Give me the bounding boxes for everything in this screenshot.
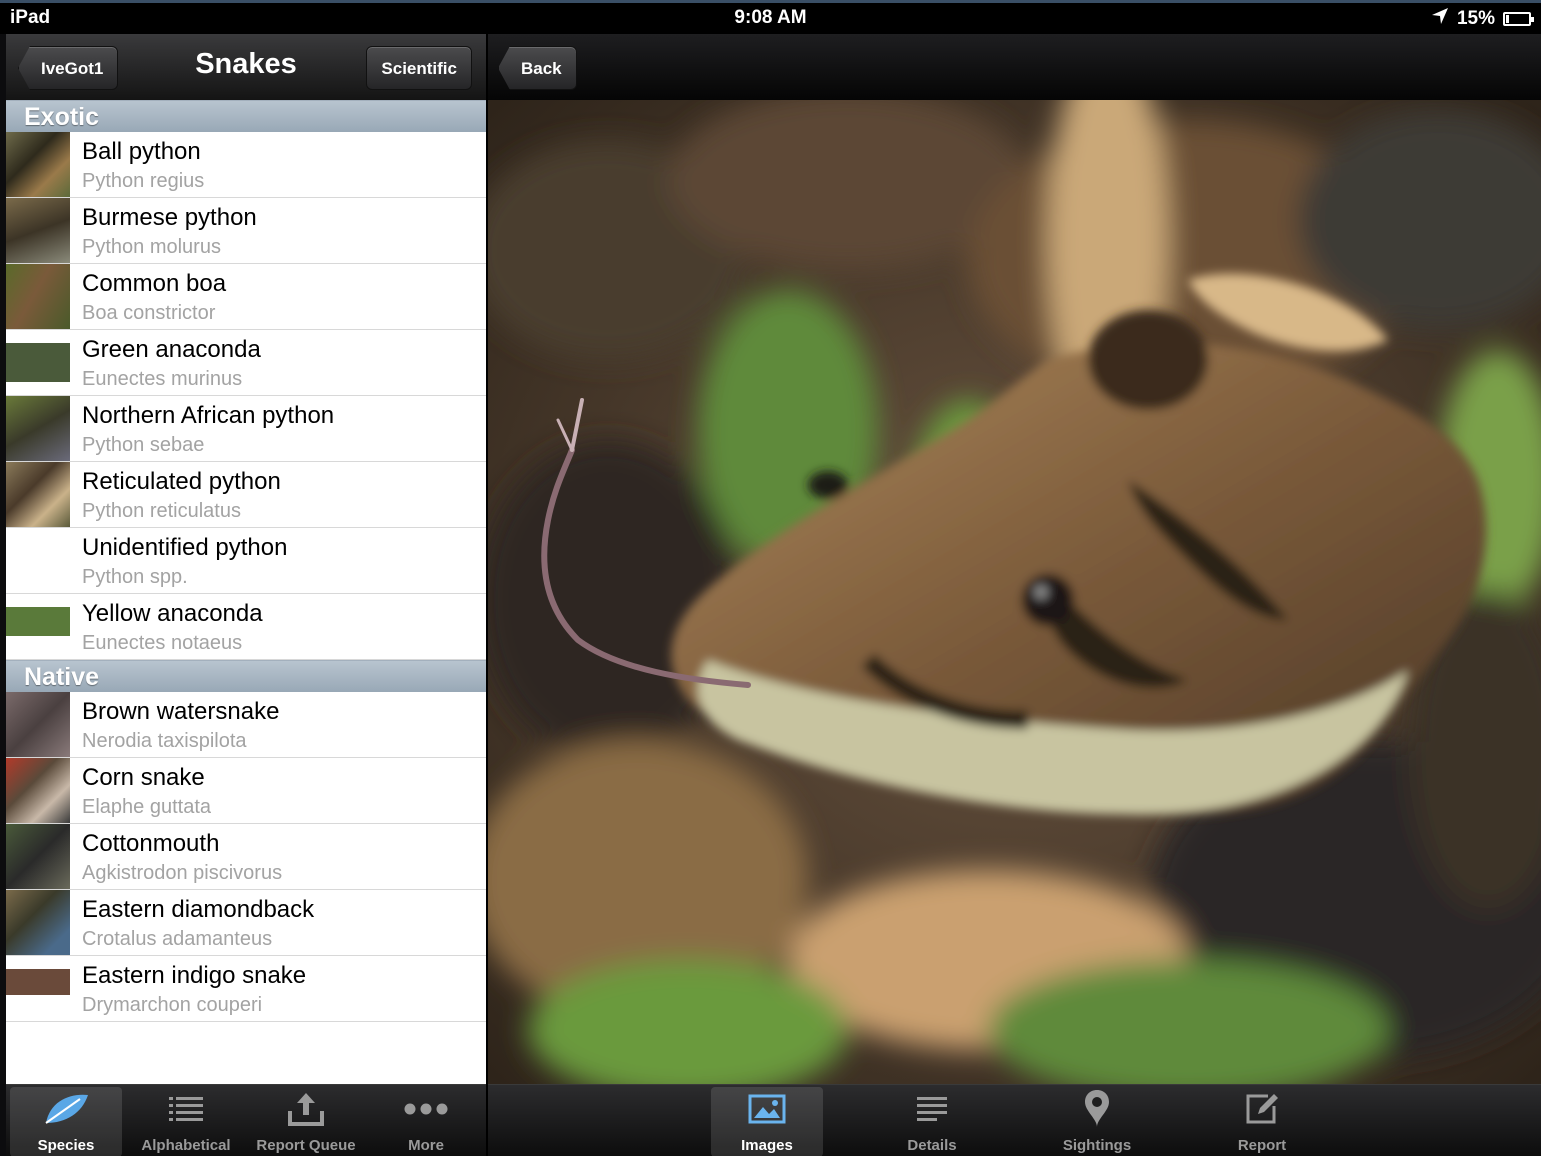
list-item[interactable]: Burmese python Python molurus: [6, 198, 486, 264]
tab-species[interactable]: Species: [10, 1087, 122, 1156]
list-item[interactable]: Northern African python Python sebae: [6, 396, 486, 462]
status-right: 15%: [1431, 7, 1534, 31]
battery-fill: [1506, 15, 1509, 23]
list-item[interactable]: Eastern diamondback Crotalus adamanteus: [6, 890, 486, 956]
species-thumbnail: [6, 264, 70, 329]
scientific-name: Elaphe guttata: [82, 796, 211, 818]
scientific-name: Python regius: [82, 170, 205, 192]
compose-icon: [1206, 1087, 1318, 1131]
scientific-name: Crotalus adamanteus: [82, 928, 273, 950]
species-thumbnail: [6, 692, 70, 757]
detail-back-button[interactable]: Back: [498, 46, 577, 90]
list-item[interactable]: Brown watersnake Nerodia taxispilota: [6, 692, 486, 758]
common-name: Brown watersnake: [82, 698, 280, 725]
scientific-name: Python molurus: [82, 236, 221, 258]
list-item[interactable]: Reticulated python Python reticulatus: [6, 462, 486, 528]
list-item[interactable]: Green anaconda Eunectes murinus: [6, 330, 486, 396]
list-item[interactable]: Cottonmouth Agkistrodon piscivorus: [6, 824, 486, 890]
list-item[interactable]: Eastern indigo snake Drymarchon couperi: [6, 956, 486, 1022]
common-name: Cottonmouth: [82, 830, 220, 857]
common-name: Burmese python: [82, 204, 257, 231]
list-item[interactable]: Unidentified python Python spp.: [6, 528, 486, 594]
leaf-icon: [10, 1087, 122, 1131]
battery-percent: 15%: [1456, 8, 1495, 29]
tab-label: Images: [741, 1137, 793, 1154]
scientific-name: Eunectes notaeus: [82, 632, 243, 654]
list-item[interactable]: Ball python Python regius: [6, 132, 486, 198]
species-thumbnail: [6, 956, 70, 1021]
species-list-pane: IveGot1 Snakes Scientific Exotic Ball py…: [6, 34, 486, 1084]
status-bar: iPad 9:08 AM 15%: [0, 0, 1541, 34]
tab-more[interactable]: More: [370, 1087, 482, 1156]
common-name: Eastern indigo snake: [82, 962, 307, 989]
detail-tab-bar: Images Details Sightings Report: [488, 1084, 1541, 1156]
scientific-name: Python spp.: [82, 566, 188, 588]
species-thumbnail: [6, 330, 70, 395]
details-icon: [876, 1087, 988, 1131]
species-thumbnail: [6, 528, 70, 593]
tab-label: Sightings: [1062, 1137, 1132, 1154]
tab-alphabetical[interactable]: Alphabetical: [130, 1087, 242, 1156]
tab-label: More: [408, 1137, 444, 1154]
common-name: Yellow anaconda: [82, 600, 263, 627]
common-name: Corn snake: [82, 764, 205, 791]
tab-label: Report Queue: [256, 1137, 356, 1154]
scientific-name: Nerodia taxispilota: [82, 730, 247, 752]
common-name: Northern African python: [82, 402, 335, 429]
scientific-name: Python sebae: [82, 434, 205, 456]
species-thumbnail: [6, 132, 70, 197]
species-photo: [488, 100, 1541, 1084]
list-item[interactable]: Corn snake Elaphe guttata: [6, 758, 486, 824]
common-name: Green anaconda: [82, 336, 261, 363]
list-item[interactable]: Common boa Boa constrictor: [6, 264, 486, 330]
image-icon: [711, 1087, 823, 1131]
section-native: Native Brown watersnake Nerodia taxispilo…: [6, 660, 486, 1022]
scientific-toggle-button[interactable]: Scientific: [366, 46, 472, 90]
section-header: Exotic: [6, 100, 486, 132]
tab-details[interactable]: Details: [876, 1087, 988, 1156]
common-name: Common boa: [82, 270, 227, 297]
species-thumbnail: [6, 396, 70, 461]
common-name: Reticulated python: [82, 468, 281, 495]
list-item[interactable]: Yellow anaconda Eunectes notaeus: [6, 594, 486, 660]
detail-navbar: Back: [488, 34, 1541, 100]
scientific-name: Drymarchon couperi: [82, 994, 263, 1016]
section-header: Native: [6, 660, 486, 692]
pane-divider: [486, 34, 488, 1156]
tab-images[interactable]: Images: [711, 1087, 823, 1156]
list-icon: [130, 1087, 242, 1131]
tab-label: Alphabetical: [141, 1137, 231, 1154]
common-name: Ball python: [82, 138, 201, 165]
scientific-name: Agkistrodon piscivorus: [82, 862, 283, 884]
common-name: Eastern diamondback: [82, 896, 315, 923]
location-arrow-icon: [1431, 7, 1449, 31]
species-thumbnail: [6, 462, 70, 527]
species-thumbnail: [6, 594, 70, 659]
species-thumbnail: [6, 758, 70, 823]
map-pin-icon: [1041, 1087, 1153, 1131]
scientific-name: Python reticulatus: [82, 500, 241, 522]
tab-label: Details: [907, 1137, 957, 1154]
common-name: Unidentified python: [82, 534, 288, 561]
species-thumbnail: [6, 890, 70, 955]
tab-report-queue[interactable]: Report Queue: [250, 1087, 362, 1156]
species-thumbnail: [6, 198, 70, 263]
species-thumbnail: [6, 824, 70, 889]
tab-sightings[interactable]: Sightings: [1041, 1087, 1153, 1156]
tab-label: Species: [37, 1137, 95, 1154]
master-navbar: IveGot1 Snakes Scientific: [6, 34, 486, 100]
scientific-name: Eunectes murinus: [82, 368, 243, 390]
upload-icon: [250, 1087, 362, 1131]
section-exotic: Exotic Ball python Python regius Burmese …: [6, 100, 486, 660]
tab-report[interactable]: Report: [1206, 1087, 1318, 1156]
species-tab-bar: Species Alphabetical Report Queue More: [6, 1084, 486, 1156]
clock: 9:08 AM: [734, 7, 807, 28]
tab-label: Report: [1237, 1137, 1287, 1154]
more-icon: [370, 1087, 482, 1131]
battery-icon: [1503, 12, 1534, 26]
scientific-name: Boa constrictor: [82, 302, 216, 324]
